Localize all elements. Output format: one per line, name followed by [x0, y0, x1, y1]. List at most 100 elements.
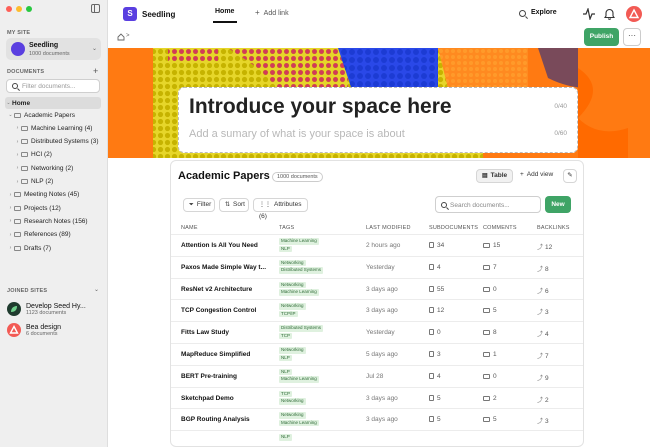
subdocument-count: 5: [429, 416, 441, 423]
sidebar-tree-item[interactable]: › References (89): [5, 229, 101, 241]
table-row[interactable]: ResNet v2 Architecture Networking Machine …: [171, 277, 583, 300]
table-row[interactable]: Attention Is All You Need Machine Learnin…: [171, 234, 583, 256]
column-header-subdocuments[interactable]: SUBDOCUMENTS: [429, 225, 478, 231]
chevron-right-icon[interactable]: ›: [7, 192, 14, 198]
add-document-icon[interactable]: +: [93, 67, 98, 76]
table-row[interactable]: Paxos Made Simple Way t... Networking Dist…: [171, 255, 583, 278]
my-site-label: MY SITE: [7, 30, 31, 36]
sidebar-item-home[interactable]: ⌄ Home: [5, 97, 101, 109]
column-header-tags[interactable]: TAGS: [279, 225, 294, 231]
sidebar-tree-item[interactable]: › HCI (2): [5, 149, 101, 161]
close-window-button[interactable]: [6, 6, 12, 12]
table-row[interactable]: BGP Routing Analysis Networking Machine Le…: [171, 408, 583, 430]
sidebar-tree-label: Machine Learning (4): [31, 124, 93, 132]
chevron-right-icon[interactable]: ›: [14, 165, 21, 171]
chevron-right-icon[interactable]: ›: [7, 205, 14, 211]
filter-button[interactable]: ⏷ Filter: [183, 198, 215, 212]
joined-site-bea-design[interactable]: Bea design 6 documents: [7, 323, 61, 337]
joined-site-develop-seed[interactable]: Develop Seed Hy... 1123 documents: [7, 302, 86, 316]
sidebar-tree-item[interactable]: › Projects (12): [5, 202, 101, 214]
add-link-button[interactable]: + Add link: [255, 8, 289, 17]
tag-badge[interactable]: Networking: [279, 398, 306, 405]
backlink-value: 12: [545, 244, 553, 251]
chevron-right-icon[interactable]: ›: [14, 179, 21, 185]
tag-badge[interactable]: Networking: [279, 412, 306, 419]
column-header-name[interactable]: NAME: [181, 225, 198, 231]
backlink-icon: ⤴: [537, 419, 544, 426]
column-header-backlinks[interactable]: BACKLINKS: [537, 225, 570, 231]
chevron-right-icon[interactable]: ›: [7, 232, 14, 238]
table-row[interactable]: BERT Pre-training NLP Machine Learning Jul …: [171, 364, 583, 387]
bell-icon[interactable]: [604, 8, 615, 20]
column-header-comments[interactable]: COMMENTS: [483, 225, 517, 231]
tag-badge[interactable]: Machine Learning: [279, 238, 319, 245]
tag-badge[interactable]: Networking: [279, 281, 306, 289]
sidebar-tree-item[interactable]: › Distributed Systems (3): [5, 136, 101, 148]
tag-badge[interactable]: TCP: [279, 390, 292, 398]
table-search-field[interactable]: [435, 196, 541, 213]
publish-button[interactable]: Publish: [584, 28, 619, 46]
tag-badge[interactable]: Distributed Systems: [279, 267, 324, 274]
chevron-down-icon[interactable]: ⌄: [7, 112, 14, 118]
add-view-button[interactable]: + Add view: [515, 169, 559, 183]
sidebar-tree-item[interactable]: › Machine Learning (4): [5, 122, 101, 134]
backlink-value: 2: [545, 396, 549, 404]
table-row[interactable]: Sketchpad Demo TCP Networking 3 days ago 5 2 ⤴…: [171, 386, 583, 409]
tab-home[interactable]: Home: [215, 8, 234, 15]
tag-badge[interactable]: Machine Learning: [279, 376, 319, 383]
sidebar-toggle-icon[interactable]: [91, 4, 100, 13]
sidebar-tree-item[interactable]: ⌄ Academic Papers: [5, 109, 101, 121]
tag-badge[interactable]: NLP: [279, 354, 292, 361]
sidebar-tree-item[interactable]: › Drafts (7): [5, 242, 101, 254]
more-options-button[interactable]: ···: [623, 28, 641, 46]
space-intro-editor[interactable]: Introduce your space here 0/40 Add a sum…: [178, 87, 578, 153]
new-document-button[interactable]: New: [545, 196, 571, 213]
table-row[interactable]: TCP Congestion Control Networking TCP/IP 3 …: [171, 299, 583, 321]
tag-badge[interactable]: NLP: [279, 434, 292, 441]
table-row[interactable]: MapReduce Simplified Networking NLP 5 days …: [171, 343, 583, 365]
chevron-down-icon[interactable]: ⌄: [94, 286, 99, 293]
app-logo[interactable]: S: [123, 7, 137, 21]
tag-badge[interactable]: Networking: [279, 347, 306, 354]
table-row[interactable]: Fitts Law Study Distributed Systems TCP Yes…: [171, 321, 583, 343]
table-row[interactable]: NLP: [171, 430, 583, 446]
tag-badge[interactable]: NLP: [279, 245, 292, 252]
sort-button[interactable]: ⇅ Sort: [219, 198, 249, 212]
activity-icon[interactable]: [583, 8, 595, 20]
chevron-right-icon[interactable]: ›: [14, 125, 21, 131]
tag-badge[interactable]: Networking: [279, 259, 306, 267]
chevron-right-icon[interactable]: ›: [7, 245, 14, 251]
site-switcher[interactable]: Seedling 1000 documents ⌄: [6, 38, 101, 60]
zoom-window-button[interactable]: [26, 6, 32, 12]
tag-badge[interactable]: TCP/IP: [279, 310, 298, 318]
tag-badge[interactable]: Networking: [279, 303, 306, 310]
backlink-icon: ⤴: [537, 245, 544, 251]
explore-button[interactable]: Explore: [531, 9, 557, 16]
tag-badge[interactable]: TCP: [279, 332, 292, 340]
table-search-input[interactable]: [450, 201, 538, 210]
tag-badge[interactable]: Machine Learning: [279, 289, 319, 296]
comment-value: 7: [493, 263, 497, 271]
table-view-button[interactable]: ▤ Table: [476, 169, 513, 183]
column-header-last-modified[interactable]: LAST MODIFIED: [366, 225, 411, 231]
chevron-right-icon[interactable]: ›: [14, 139, 21, 145]
tag-badge[interactable]: NLP: [279, 368, 292, 376]
filter-documents-input[interactable]: [22, 82, 97, 91]
filter-documents-field[interactable]: [6, 79, 100, 93]
sidebar-tree-item[interactable]: › Networking (2): [5, 162, 101, 174]
minimize-window-button[interactable]: [16, 6, 22, 12]
space-summary[interactable]: Add a sumary of what is your space is ab…: [189, 128, 405, 140]
attributes-button[interactable]: ⋮⋮ Attributes (6): [253, 198, 308, 220]
sidebar-tree-item[interactable]: › NLP (2): [5, 176, 101, 188]
backlink-icon: ⤴: [537, 397, 544, 404]
user-avatar[interactable]: [626, 6, 642, 22]
chevron-right-icon[interactable]: ›: [14, 152, 21, 158]
tag-badge[interactable]: Machine Learning: [279, 419, 319, 427]
space-title[interactable]: Introduce your space here: [189, 95, 452, 119]
chevron-right-icon[interactable]: ›: [7, 218, 14, 224]
sidebar-tree-item[interactable]: › Meeting Notes (45): [5, 189, 101, 201]
home-icon[interactable]: [117, 33, 125, 41]
edit-icon[interactable]: ✎: [563, 169, 577, 183]
tag-badge[interactable]: Distributed Systems: [279, 325, 324, 332]
sidebar-tree-item[interactable]: › Research Notes (156): [5, 215, 101, 227]
